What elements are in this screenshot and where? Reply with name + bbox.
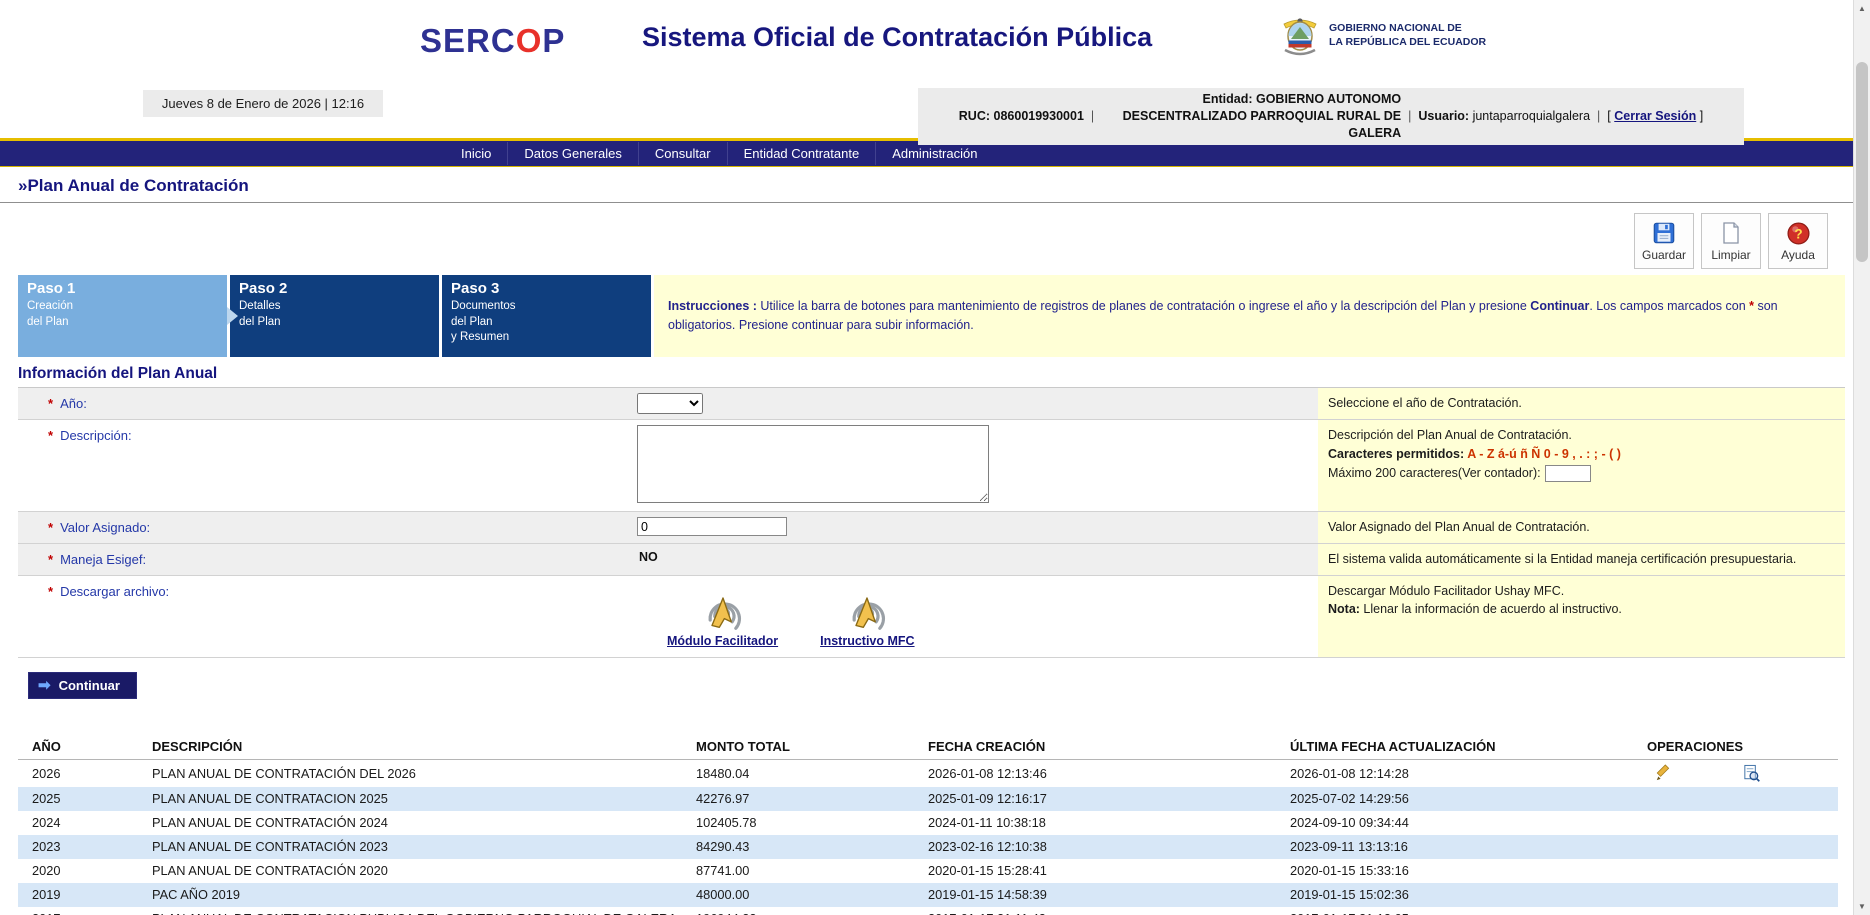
anio-label: Año: <box>60 396 87 411</box>
esigef-label: Maneja Esigef: <box>60 552 146 567</box>
valor-label: Valor Asignado: <box>60 520 150 535</box>
instructions-label: Instrucciones : <box>668 299 757 313</box>
toolbar: Guardar Limpiar ? Ayuda <box>0 203 1853 271</box>
required-mark: * <box>48 396 53 411</box>
col-operaciones: OPERACIONES <box>1643 733 1838 760</box>
wizard-steps: Paso 1 Creación del Plan Paso 2 Detalles… <box>18 275 1845 357</box>
save-icon <box>1651 220 1677 246</box>
form-row-anio: * Año: Seleccione el año de Contratación. <box>18 388 1845 420</box>
descripcion-label: Descripción: <box>60 428 132 443</box>
blank-page-icon <box>1719 220 1743 246</box>
title-bar: »Plan Anual de Contratación <box>0 167 1853 203</box>
ushay-instructivo-icon <box>839 587 895 631</box>
help-icon: ? <box>1786 221 1811 246</box>
col-anio: AÑO <box>18 733 148 760</box>
svg-text:?: ? <box>1794 226 1802 241</box>
form-row-esigef: *Maneja Esigef: NO El sistema valida aut… <box>18 544 1845 576</box>
scroll-down-arrow-icon[interactable]: ▼ <box>1854 898 1870 915</box>
datetime-display: Jueves 8 de Enero de 2026 | 12:16 <box>143 90 383 117</box>
usuario-label: Usuario: <box>1418 109 1469 123</box>
table-row: 2020 PLAN ANUAL DE CONTRATACIÓN 2020 877… <box>18 859 1838 883</box>
table-row: 2026 PLAN ANUAL DE CONTRATACIÓN DEL 2026… <box>18 759 1838 787</box>
nav-item-administracion[interactable]: Administración <box>875 142 993 165</box>
valor-help: Valor Asignado del Plan Anual de Contrat… <box>1318 512 1845 543</box>
government-label: GOBIERNO NACIONAL DE LA REPÚBLICA DEL EC… <box>1329 22 1486 49</box>
page-header: SERCOP Sistema Oficial de Contratación P… <box>0 0 1870 88</box>
valor-asignado-input[interactable] <box>637 517 787 536</box>
instructivo-mfc-link[interactable]: Instructivo MFC <box>820 634 914 648</box>
table-row: 2024 PLAN ANUAL DE CONTRATACIÓN 2024 102… <box>18 811 1838 835</box>
allowed-chars: A - Z á-ú ñ Ñ 0 - 9 , . : ; - ( ) <box>1467 447 1621 461</box>
nav-item-datos-generales[interactable]: Datos Generales <box>507 142 638 165</box>
ecuador-coat-of-arms-icon <box>1278 16 1322 56</box>
logout-link[interactable]: Cerrar Sesión <box>1614 109 1696 123</box>
form-row-valor: *Valor Asignado: Valor Asignado del Plan… <box>18 512 1845 544</box>
row-operations <box>1647 764 1834 783</box>
char-counter-input[interactable] <box>1545 465 1591 482</box>
session-info: RUC: 0860019930001 | Entidad: GOBIERNO A… <box>918 88 1744 145</box>
descripcion-textarea[interactable] <box>637 425 989 503</box>
nav-item-entidad-contratante[interactable]: Entidad Contratante <box>727 142 876 165</box>
system-title: Sistema Oficial de Contratación Pública <box>642 22 1152 53</box>
form-row-descripcion: *Descripción: Descripción del Plan Anual… <box>18 420 1845 512</box>
table-row: 2023 PLAN ANUAL DE CONTRATACIÓN 2023 842… <box>18 835 1838 859</box>
col-fecha-creacion: FECHA CREACIÓN <box>924 733 1286 760</box>
scroll-up-arrow-icon[interactable]: ▲ <box>1854 0 1870 17</box>
info-bar: Jueves 8 de Enero de 2026 | 12:16 RUC: 0… <box>0 88 1870 130</box>
table-row: 2019 PAC AÑO 2019 48000.00 2019-01-15 14… <box>18 883 1838 907</box>
esigef-value: NO <box>637 550 658 564</box>
step-1-tab[interactable]: Paso 1 Creación del Plan <box>18 275 227 357</box>
descargar-label: Descargar archivo: <box>60 584 169 599</box>
modulo-facilitador-link[interactable]: Módulo Facilitador <box>667 634 778 648</box>
active-step-arrow-icon <box>227 307 238 325</box>
guardar-button[interactable]: Guardar <box>1634 213 1694 269</box>
ushay-download-icon <box>695 587 751 631</box>
nav-item-consultar[interactable]: Consultar <box>638 142 727 165</box>
col-descripcion: DESCRIPCIÓN <box>148 733 692 760</box>
step-3-tab[interactable]: Paso 3 Documentos del Plan y Resumen <box>442 275 651 357</box>
esigef-help: El sistema valida automáticamente si la … <box>1318 544 1845 575</box>
limpiar-button[interactable]: Limpiar <box>1701 213 1761 269</box>
plan-form: * Año: Seleccione el año de Contratación.… <box>18 387 1845 658</box>
table-row: 2025 PLAN ANUAL DE CONTRATACION 2025 422… <box>18 787 1838 811</box>
sercop-logo-text: SERC <box>420 22 516 59</box>
step-2-tab[interactable]: Paso 2 Detalles del Plan <box>230 275 439 357</box>
edit-pencil-icon[interactable] <box>1653 764 1672 783</box>
form-section-title: Información del Plan Anual <box>0 365 1870 383</box>
view-document-icon[interactable] <box>1742 764 1761 783</box>
plans-table: AÑO DESCRIPCIÓN MONTO TOTAL FECHA CREACI… <box>18 733 1838 915</box>
arrow-right-icon: ➡ <box>38 678 51 693</box>
logout-wrapper: [ Cerrar Sesión ] <box>1607 109 1703 123</box>
sercop-logo[interactable]: SERCOP <box>420 22 565 60</box>
modulo-facilitador-download[interactable]: Módulo Facilitador <box>667 587 778 648</box>
ruc-label: RUC: <box>959 109 990 123</box>
page-title: »Plan Anual de Contratación <box>18 176 1853 196</box>
vertical-scrollbar[interactable]: ▲ ▼ <box>1853 0 1870 915</box>
instructivo-mfc-download[interactable]: Instructivo MFC <box>820 587 914 648</box>
descripcion-help: Descripción del Plan Anual de Contrataci… <box>1318 420 1845 511</box>
table-header-row: AÑO DESCRIPCIÓN MONTO TOTAL FECHA CREACI… <box>18 733 1838 760</box>
col-monto-total: MONTO TOTAL <box>692 733 924 760</box>
descargar-help: Descargar Módulo Facilitador Ushay MFC. … <box>1318 576 1845 657</box>
instructions-box: Instrucciones : Utilice la barra de boto… <box>654 275 1845 357</box>
usuario-value: juntaparroquialgalera <box>1473 109 1590 123</box>
anio-select[interactable] <box>637 393 703 414</box>
form-row-descargar: *Descargar archivo: Módulo Facilitador <box>18 576 1845 658</box>
table-row: 2017 PLAN ANUAL DE CONTRATACION PUBLICA … <box>18 907 1838 915</box>
nav-item-inicio[interactable]: Inicio <box>445 142 507 165</box>
ruc-value: 0860019930001 <box>994 109 1084 123</box>
continuar-button[interactable]: ➡ Continuar <box>28 672 137 699</box>
scrollbar-thumb[interactable] <box>1856 62 1868 262</box>
ayuda-button[interactable]: ? Ayuda <box>1768 213 1828 269</box>
anio-help: Seleccione el año de Contratación. <box>1318 388 1845 419</box>
entidad-info: Entidad: GOBIERNO AUTONOMO DESCENTRALIZA… <box>1101 91 1401 142</box>
col-ultima-actualizacion: ÚLTIMA FECHA ACTUALIZACIÓN <box>1286 733 1643 760</box>
government-logo: GOBIERNO NACIONAL DE LA REPÚBLICA DEL EC… <box>1278 16 1486 56</box>
